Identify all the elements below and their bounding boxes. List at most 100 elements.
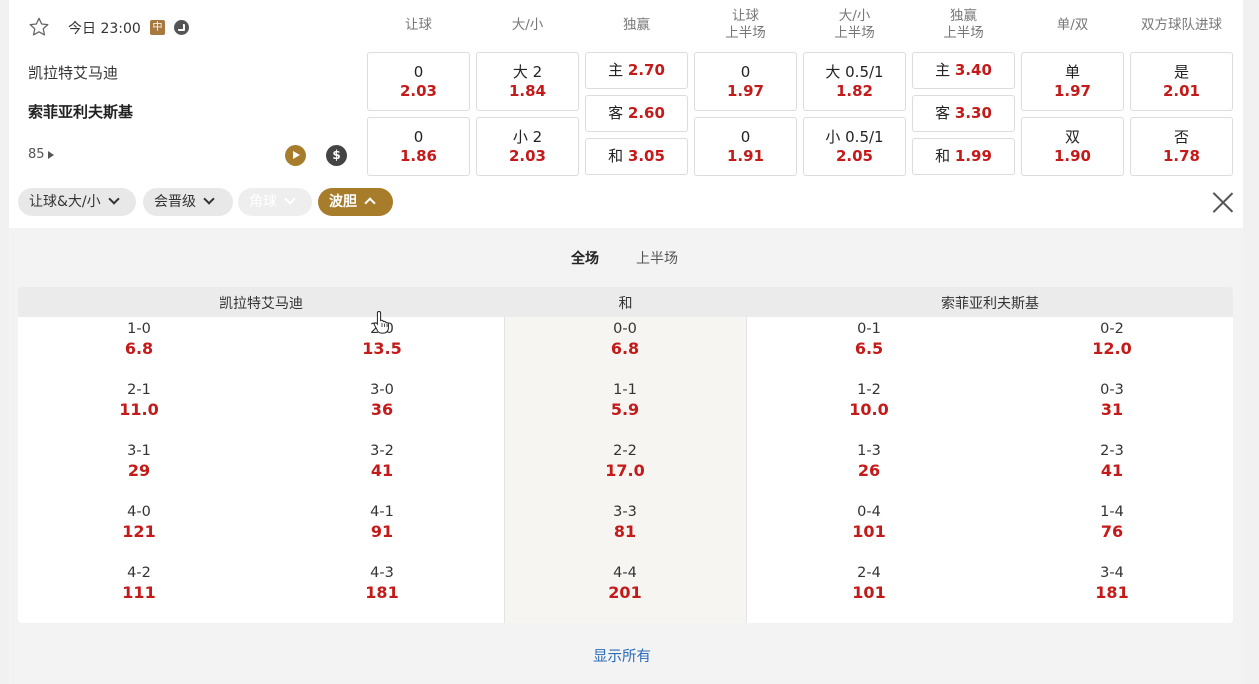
odds-line: 小 0.5/1 [825, 128, 884, 146]
tab-full-time[interactable]: 全场 [571, 248, 599, 268]
close-icon[interactable] [1212, 191, 1234, 213]
odds-cell[interactable]: 大 0.5/1 1.82 [803, 52, 906, 111]
score-label: 1-3 [857, 443, 881, 459]
chevron-up-icon [364, 197, 376, 209]
score-cell[interactable]: 3-4 181 [1052, 564, 1172, 603]
header-line1: 大/小 [838, 8, 871, 24]
score-label: 0-4 [857, 504, 881, 520]
score-cell[interactable]: 1-4 76 [1052, 503, 1172, 542]
score-odds: 13.5 [362, 339, 402, 358]
favorite-star-icon[interactable] [28, 16, 50, 38]
odds-cell[interactable]: 和 3.05 [585, 138, 688, 175]
odds-cell[interactable]: 0 1.97 [694, 52, 797, 111]
kickoff-time: 今日 23:00 [68, 21, 141, 37]
score-cell[interactable]: 3-0 36 [322, 381, 442, 420]
score-label: 4-4 [613, 565, 637, 581]
score-cell[interactable]: 1-2 10.0 [809, 381, 929, 420]
odds-label: 主 [935, 61, 951, 79]
odds-cell[interactable]: 0 2.03 [367, 52, 470, 111]
score-cell[interactable]: 1-1 5.9 [565, 381, 685, 420]
score-cell[interactable]: 4-2 111 [79, 564, 199, 603]
score-cell[interactable]: 0-2 12.0 [1052, 320, 1172, 359]
odds-cell[interactable]: 双 1.90 [1021, 117, 1124, 176]
score-odds: 101 [852, 583, 886, 602]
odds-cell[interactable]: 否 1.78 [1130, 117, 1233, 176]
filter-corners[interactable]: 角球 [238, 188, 312, 216]
score-label: 3-4 [1100, 565, 1124, 581]
odds-cell[interactable]: 大 2 1.84 [476, 52, 579, 111]
score-label: 1-4 [1100, 504, 1124, 520]
play-video-icon[interactable] [285, 145, 306, 166]
score-odds: 181 [1095, 583, 1129, 602]
score-cell[interactable]: 2-3 41 [1052, 442, 1172, 481]
odds-cell[interactable]: 0 1.86 [367, 117, 470, 176]
score-odds: 101 [852, 522, 886, 541]
score-odds: 17.0 [605, 461, 645, 480]
odds-cell[interactable]: 和 1.99 [912, 138, 1015, 175]
tab-first-half[interactable]: 上半场 [636, 248, 678, 268]
score-odds: 6.5 [854, 339, 884, 358]
market-header: 独赢 [584, 17, 689, 34]
score-cell[interactable]: 3-3 81 [565, 503, 685, 542]
odds-line: 大 0.5/1 [825, 63, 884, 81]
score-odds: 10.0 [849, 400, 889, 419]
score-label: 4-0 [127, 504, 151, 520]
header-line1: 双方球队进球 [1141, 17, 1222, 33]
odds-cell[interactable]: 客 2.60 [585, 95, 688, 132]
odds-value: 1.97 [726, 82, 764, 100]
minute-value: 85 [28, 147, 45, 162]
odds-value: 1.84 [508, 82, 546, 100]
score-cell[interactable]: 3-2 41 [322, 442, 442, 481]
odds-value: 2.70 [627, 61, 665, 79]
score-label: 3-0 [370, 382, 394, 398]
score-cell[interactable]: 1-3 26 [809, 442, 929, 481]
score-label: 2-4 [857, 565, 881, 581]
odds-cell[interactable]: 小 0.5/1 2.05 [803, 117, 906, 176]
dollar-icon[interactable]: $ [326, 145, 347, 166]
filter-label: 会晋级 [154, 194, 196, 210]
odds-cell[interactable]: 客 3.30 [912, 95, 1015, 132]
odds-cell[interactable]: 是 2.01 [1130, 52, 1233, 111]
score-odds: 6.8 [124, 339, 154, 358]
chevron-down-icon [203, 193, 215, 205]
score-cell[interactable]: 2-4 101 [809, 564, 929, 603]
odds-value: 1.91 [726, 147, 764, 165]
header-line2: 上半场 [834, 25, 875, 41]
odds-value: 2.05 [835, 147, 873, 165]
show-all-link[interactable]: 显示所有 [593, 645, 651, 666]
odds-value: 1.99 [954, 147, 992, 165]
match-minute[interactable]: 85 [28, 147, 54, 162]
odds-cell[interactable]: 单 1.97 [1021, 52, 1124, 111]
odds-line: 0 [740, 128, 751, 146]
score-cell[interactable]: 4-1 91 [322, 503, 442, 542]
odds-line: 否 [1173, 128, 1189, 146]
score-cell[interactable]: 4-3 181 [322, 564, 442, 603]
score-odds: 41 [1100, 461, 1124, 480]
odds-value: 3.05 [627, 147, 665, 165]
score-cell[interactable]: 4-4 201 [565, 564, 685, 603]
odds-cell[interactable]: 主 2.70 [585, 52, 688, 89]
odds-value: 1.82 [835, 82, 873, 100]
score-cell[interactable]: 4-0 121 [79, 503, 199, 542]
score-cell[interactable]: 3-1 29 [79, 442, 199, 481]
score-cell[interactable]: 0-1 6.5 [809, 320, 929, 359]
odds-value: 1.97 [1053, 82, 1091, 100]
filter-correct-score[interactable]: 波胆 [318, 188, 393, 216]
score-cell[interactable]: 0-0 6.8 [565, 320, 685, 359]
score-label: 0-1 [857, 321, 881, 337]
score-odds: 11.0 [119, 400, 159, 419]
filter-advance[interactable]: 会晋级 [143, 188, 233, 216]
market-header: 独赢 上半场 [911, 8, 1016, 42]
score-cell[interactable]: 2-2 17.0 [565, 442, 685, 481]
score-cell[interactable]: 2-1 11.0 [79, 381, 199, 420]
odds-cell[interactable]: 小 2 2.03 [476, 117, 579, 176]
odds-label: 客 [935, 104, 951, 122]
match-panel: 今日 23:00 中 凯拉特艾马迪 索菲亚利夫斯基 85 $ 让球 大/小 独赢 让球… [9, 0, 1243, 684]
score-cell[interactable]: 1-0 6.8 [79, 320, 199, 359]
odds-cell[interactable]: 0 1.91 [694, 117, 797, 176]
odds-cell[interactable]: 主 3.40 [912, 52, 1015, 89]
score-cell[interactable]: 0-4 101 [809, 503, 929, 542]
score-label: 4-1 [370, 504, 394, 520]
filter-handicap-ou[interactable]: 让球&大/小 [18, 188, 136, 216]
score-cell[interactable]: 0-3 31 [1052, 381, 1172, 420]
